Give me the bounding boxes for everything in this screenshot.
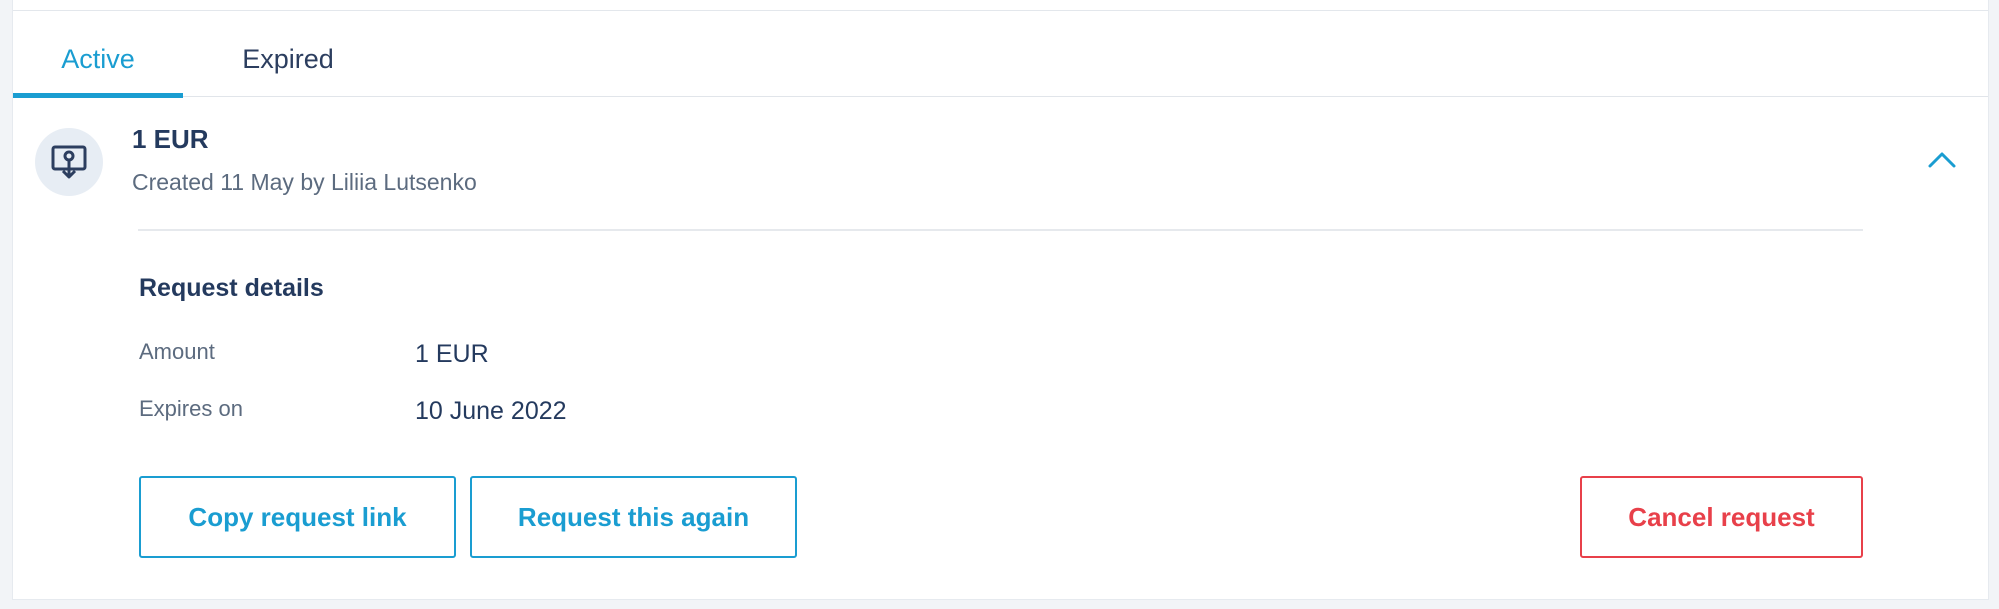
request-again-button[interactable]: Request this again <box>470 476 797 558</box>
expires-on-value: 10 June 2022 <box>415 397 567 425</box>
copy-request-link-button[interactable]: Copy request link <box>139 476 456 558</box>
chevron-up-icon[interactable] <box>1924 142 1960 178</box>
amount-label: Amount <box>139 339 215 364</box>
tab-active[interactable]: Active <box>13 11 183 98</box>
expires-on-label: Expires on <box>139 396 243 421</box>
request-tabs: Active Expired <box>13 11 1988 98</box>
money-request-icon <box>35 128 103 196</box>
payment-request-card: Active Expired 1 EUR Created 11 May by L… <box>12 0 1989 600</box>
details-divider <box>138 229 1863 231</box>
cancel-request-button[interactable]: Cancel request <box>1580 476 1863 558</box>
amount-value: 1 EUR <box>415 340 489 368</box>
request-created-info: Created 11 May by Liliia Lutsenko <box>132 169 477 195</box>
request-amount-title: 1 EUR <box>132 124 209 154</box>
request-details-title: Request details <box>139 274 324 302</box>
tab-expired[interactable]: Expired <box>203 11 373 97</box>
